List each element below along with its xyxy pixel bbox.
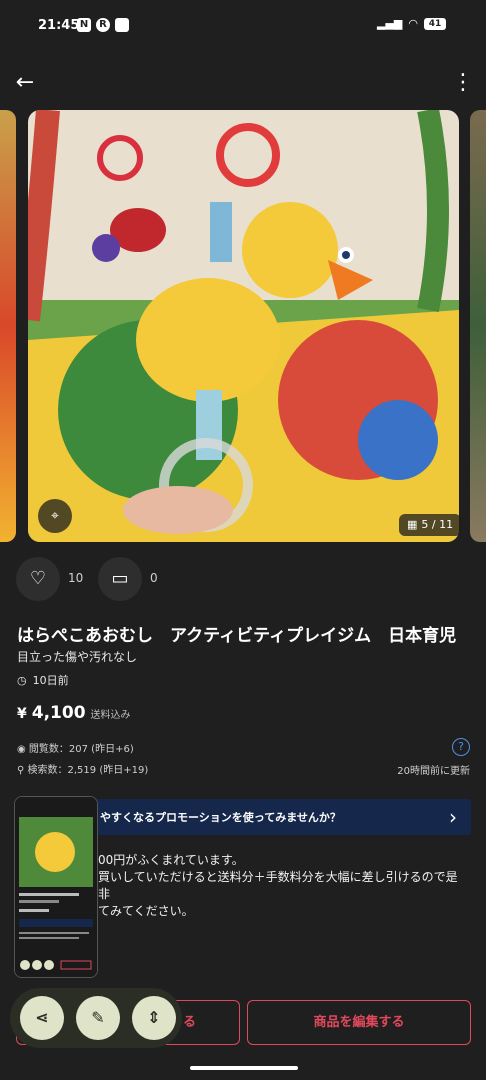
edit-item-button[interactable]: 商品を編集する xyxy=(247,1000,471,1045)
notification-square-icon xyxy=(115,18,129,32)
edit-pencil-icon[interactable]: ✎ xyxy=(76,996,120,1040)
shipping-note: 送料込み xyxy=(90,710,131,721)
reaction-row: ♡ 10 ▭ 0 xyxy=(16,557,316,603)
expand-icon[interactable]: ⇕ xyxy=(132,996,176,1040)
notification-app-icon: R xyxy=(96,18,110,32)
search-icon: ⚲ xyxy=(17,765,28,776)
photo-counter-text: 5 / 11 xyxy=(421,518,454,531)
top-bar: ← ⋮ xyxy=(0,58,486,108)
screenshot-action-bar: ⋖ ✎ ⇕ xyxy=(10,988,182,1048)
price-value: 4,100 xyxy=(31,703,86,723)
comment-icon[interactable]: ▭ xyxy=(98,557,142,601)
promotion-description: 00円がふくまれています。 買いしていただけると送料分＋手数料分を大幅に差し引け… xyxy=(98,852,468,920)
comment-count: 0 xyxy=(150,571,158,585)
posted-time: ◷ 10日前 xyxy=(17,672,69,688)
image-search-icon[interactable]: ⌖ xyxy=(38,499,72,533)
promotion-line: 00円がふくまれています。 xyxy=(98,853,244,867)
product-photo-image xyxy=(28,110,459,542)
chevron-right-icon: › xyxy=(449,805,457,829)
promotion-line: 買いしていただけると送料分＋手数料分を大幅に差し引けるので是非 xyxy=(98,870,458,901)
promotion-banner[interactable]: やすくなるプロモーションを使ってみませんか？ › xyxy=(96,799,471,835)
item-condition: 目立った傷や汚れなし xyxy=(17,650,138,664)
next-photo-peek[interactable] xyxy=(470,110,486,542)
photo-gallery[interactable]: ⌖ ▦ 5 / 11 xyxy=(0,110,486,542)
screenshot-thumbnail[interactable] xyxy=(14,796,98,978)
search-count: 検索数：2,519 (昨日+19) xyxy=(27,765,149,776)
status-bar: 21:45 N R ▂▄▆ ◠ 41 xyxy=(0,0,486,56)
product-photo[interactable] xyxy=(28,110,459,542)
posted-time-text: 10日前 xyxy=(32,674,69,687)
updated-time: 20時間前に更新 xyxy=(397,766,470,777)
status-right: ▂▄▆ ◠ 41 xyxy=(377,17,446,30)
promotion-line: てみてください。 xyxy=(98,904,194,918)
view-count: 閲覧数：207 (昨日+6) xyxy=(28,744,134,755)
prev-photo-peek[interactable] xyxy=(0,110,16,542)
wifi-icon: ◠ xyxy=(408,17,418,30)
like-count: 10 xyxy=(68,571,84,585)
price: ¥ 4,100 送料込み xyxy=(17,703,131,723)
battery-icon: 41 xyxy=(424,17,446,30)
photo-counter: ▦ 5 / 11 xyxy=(399,514,462,536)
screenshot-preview-image xyxy=(15,797,97,977)
more-vertical-icon[interactable]: ⋮ xyxy=(452,70,474,96)
item-title: はらぺこあおむし アクティビティプレイジム 日本育児 xyxy=(17,626,457,646)
grid-icon: ▦ xyxy=(407,518,418,531)
home-indicator[interactable] xyxy=(190,1066,298,1070)
left-action-label: る xyxy=(183,1015,197,1030)
price-symbol: ¥ xyxy=(17,706,27,722)
share-icon[interactable]: ⋖ xyxy=(20,996,64,1040)
notification-app-icon: N xyxy=(77,18,91,32)
promotion-banner-text: やすくなるプロモーションを使ってみませんか？ xyxy=(100,811,341,824)
status-time: 21:45 xyxy=(38,18,80,33)
help-icon[interactable]: ? xyxy=(452,738,470,756)
eye-icon: ◉ xyxy=(17,744,29,755)
stats: ◉ 閲覧数：207 (昨日+6) ⚲ 検索数：2,519 (昨日+19) xyxy=(17,739,148,781)
signal-icon: ▂▄▆ xyxy=(377,17,403,30)
clock-icon: ◷ xyxy=(17,673,27,687)
back-arrow-icon[interactable]: ← xyxy=(12,70,38,96)
heart-icon[interactable]: ♡ xyxy=(16,557,60,601)
